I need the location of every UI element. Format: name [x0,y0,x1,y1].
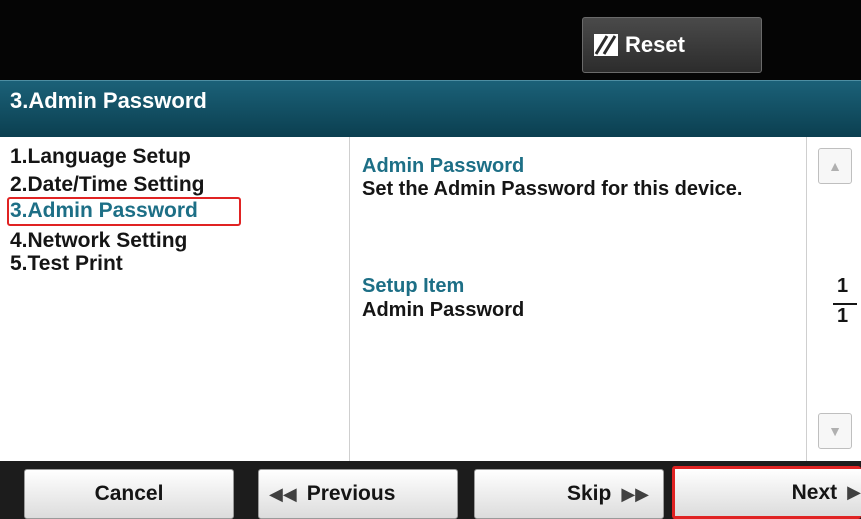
scroll-down-icon[interactable]: ▼ [818,413,852,449]
cancel-button[interactable]: Cancel [24,469,234,519]
next-label: Next [791,480,838,504]
double-right-arrow-icon: ▶▶ [621,483,649,504]
setup-menu: 1.Language Setup 2.Date/Time Setting 3.A… [0,137,348,461]
top-bar: Reset [0,0,861,80]
page-current: 1 [837,275,849,297]
right-arrow-icon: ▶ [847,482,861,502]
reset-label: Reset [625,32,685,57]
next-button[interactable]: Next ▶ [672,466,861,519]
menu-item-test-print[interactable]: 5.Test Print [10,251,123,277]
bottom-bar: Cancel ◀◀ Previous Skip ▶▶ Next ▶ [0,461,861,519]
scroll-up-icon[interactable]: ▲ [818,148,852,184]
page-total: 1 [837,305,849,327]
detail-description: Set the Admin Password for this device. [362,178,743,200]
double-left-arrow-icon: ◀◀ [269,483,297,504]
title-bar: 3.Admin Password [0,80,861,137]
previous-label: Previous [306,482,396,505]
skip-button[interactable]: Skip ▶▶ [474,469,664,519]
menu-item-language-setup[interactable]: 1.Language Setup [10,144,191,170]
detail-heading: Admin Password [362,155,525,177]
reset-button[interactable]: Reset [582,17,762,73]
skip-label: Skip [566,482,612,505]
menu-item-date-time-setting[interactable]: 2.Date/Time Setting [10,172,205,198]
setup-item-value: Admin Password [362,299,525,321]
reset-icon [594,34,618,56]
printer-panel: Reset 3.Admin Password 1.Language Setup … [0,0,861,519]
page-title: 3.Admin Password [10,88,207,113]
previous-button[interactable]: ◀◀ Previous [258,469,458,519]
detail-panel: Admin Password Set the Admin Password fo… [350,137,806,461]
menu-item-admin-password[interactable]: 3.Admin Password [10,198,198,224]
scroll-column: ▲ 1 1 ▼ [806,137,861,461]
setup-item-heading: Setup Item [362,275,465,297]
cancel-label: Cancel [94,482,164,505]
